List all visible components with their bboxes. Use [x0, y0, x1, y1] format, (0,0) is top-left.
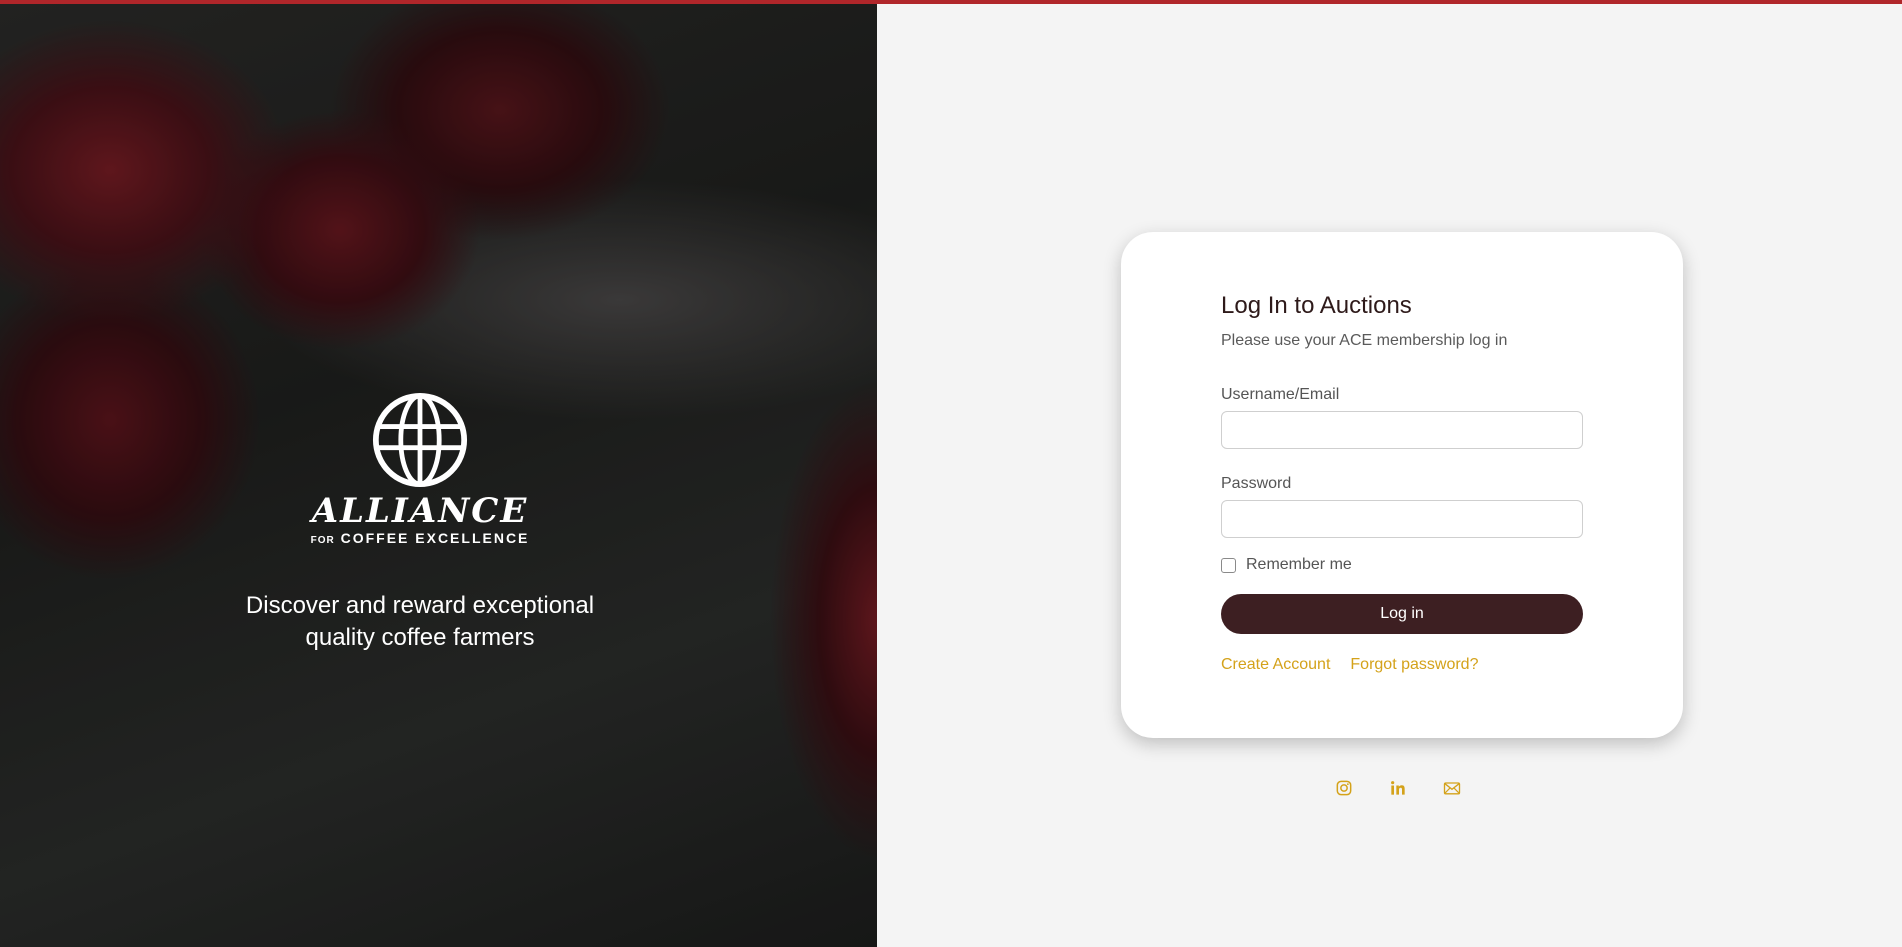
logo-subtitle-for: FOR: [310, 535, 335, 546]
create-account-link[interactable]: Create Account: [1221, 656, 1330, 674]
account-links: Create Account Forgot password?: [1221, 656, 1583, 674]
instagram-link[interactable]: [1334, 778, 1354, 798]
password-label: Password: [1221, 475, 1292, 492]
login-subtitle: Please use your ACE membership log in: [1221, 332, 1508, 349]
login-button[interactable]: Log in: [1221, 594, 1583, 634]
email-icon: [1443, 782, 1461, 795]
logo-subtitle-main: COFFEE EXCELLENCE: [340, 530, 530, 546]
social-links: [1334, 778, 1462, 798]
linkedin-link[interactable]: [1388, 778, 1408, 798]
tagline: Discover and reward exceptional quality …: [220, 590, 620, 654]
remember-me-checkbox[interactable]: [1221, 557, 1236, 573]
tagline-line-2: quality coffee farmers: [305, 624, 535, 651]
logo-wordmark: ALLIANCE: [311, 491, 529, 531]
forgot-password-link[interactable]: Forgot password?: [1350, 656, 1478, 674]
globe-logo-icon: [372, 392, 468, 488]
password-input[interactable]: [1221, 500, 1583, 538]
instagram-icon: [1336, 780, 1352, 796]
email-link[interactable]: [1442, 778, 1462, 798]
linkedin-icon: [1391, 781, 1405, 795]
tagline-line-1: Discover and reward exceptional: [245, 592, 595, 619]
remember-me-row: Remember me: [1221, 556, 1583, 574]
login-title: Log In to Auctions: [1221, 292, 1412, 319]
logo-subtitle: FOR COFFEE EXCELLENCE: [311, 530, 530, 546]
username-label: Username/Email: [1221, 386, 1340, 403]
login-form: Log In to Auctions Please use your ACE m…: [1221, 292, 1583, 674]
hero-background: ALLIANCE FOR COFFEE EXCELLENCE Discover …: [0, 0, 877, 947]
login-card: Log In to Auctions Please use your ACE m…: [1121, 232, 1683, 738]
remember-me-label[interactable]: Remember me: [1246, 556, 1352, 574]
top-accent-strip: [0, 0, 1902, 4]
brand-block: ALLIANCE FOR COFFEE EXCELLENCE Discover …: [0, 392, 840, 654]
username-input[interactable]: [1221, 411, 1583, 449]
